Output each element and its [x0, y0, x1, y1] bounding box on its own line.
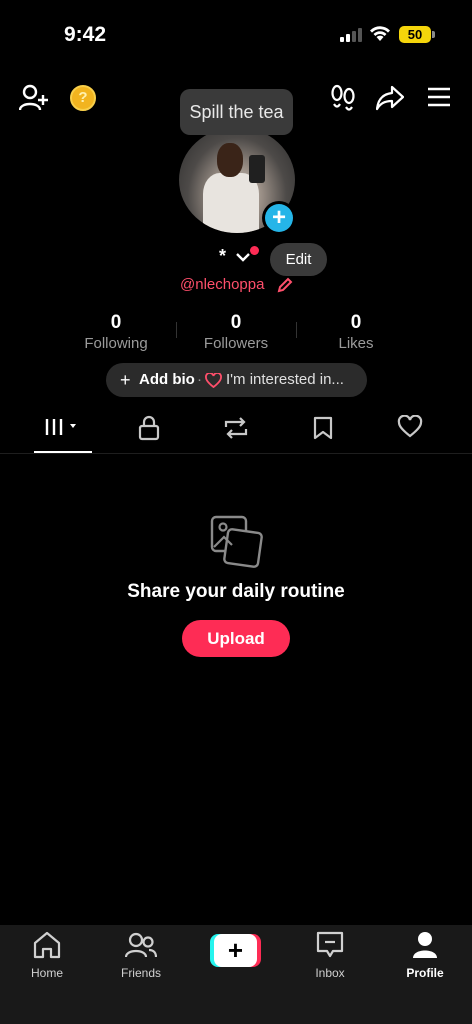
- stat-followers-value: 0: [230, 312, 242, 333]
- share-icon[interactable]: [376, 85, 404, 111]
- menu-icon[interactable]: [427, 87, 451, 107]
- coin-icon[interactable]: ?: [70, 85, 96, 111]
- signal-icon: [340, 28, 362, 42]
- edit-button[interactable]: Edit: [270, 243, 327, 276]
- stat-following-label: Following: [84, 335, 148, 352]
- battery-nub: [432, 31, 435, 38]
- plus-icon: +: [214, 934, 257, 967]
- nav-friends-label: Friends: [120, 966, 161, 980]
- stat-likes-value: 0: [350, 312, 362, 333]
- lock-icon: [138, 415, 160, 441]
- stat-following[interactable]: 0 Following: [56, 312, 176, 352]
- plus-icon: +: [120, 370, 131, 390]
- stat-likes[interactable]: 0 Likes: [296, 312, 416, 352]
- plus-icon: +: [265, 204, 293, 232]
- friends-icon: [124, 932, 158, 958]
- tab-videos[interactable]: [44, 415, 82, 453]
- repost-icon: [224, 417, 248, 439]
- inbox-icon: [316, 931, 344, 958]
- stat-followers-label: Followers: [203, 335, 269, 352]
- bottom-nav: Home Friends + Inbox Profile: [0, 925, 472, 1024]
- heart-icon: [205, 373, 222, 388]
- tab-private[interactable]: [138, 415, 160, 453]
- empty-state-title: Share your daily routine: [127, 581, 345, 602]
- upload-button[interactable]: Upload: [182, 620, 290, 657]
- tooltip-spill-the-tea[interactable]: Spill the tea: [180, 89, 293, 135]
- stat-followers[interactable]: 0 Followers: [176, 312, 296, 352]
- nav-profile-label: Profile: [406, 966, 444, 980]
- tab-saved[interactable]: [312, 415, 334, 453]
- avatar-phone: [249, 155, 265, 183]
- videos-grid-icon: [45, 419, 76, 435]
- profile-name: *: [219, 246, 227, 266]
- nav-home[interactable]: Home: [7, 931, 87, 980]
- wifi-icon: [370, 26, 390, 41]
- notification-dot: [250, 246, 259, 255]
- avatar-face: [217, 143, 243, 177]
- nav-inbox-label: Inbox: [315, 966, 345, 980]
- heart-icon: [397, 414, 423, 438]
- status-bar: 9:42 50: [0, 0, 472, 70]
- interests-label[interactable]: I'm interested in...: [226, 363, 344, 397]
- footprints-icon[interactable]: [330, 84, 356, 112]
- home-icon: [33, 931, 61, 959]
- status-time: 9:42: [64, 23, 107, 46]
- chevron-down-icon[interactable]: [236, 252, 250, 262]
- tab-reposts[interactable]: [222, 415, 250, 453]
- bio-pill[interactable]: + Add bio · I'm interested in...: [106, 363, 367, 397]
- nav-profile[interactable]: Profile: [385, 931, 465, 980]
- profile-icon: [413, 932, 437, 958]
- nav-inbox[interactable]: Inbox: [290, 931, 370, 980]
- tab-liked[interactable]: [397, 414, 423, 453]
- nav-home-label: Home: [30, 966, 63, 980]
- bio-separator: ·: [197, 371, 202, 388]
- bookmark-icon: [313, 416, 333, 440]
- stat-following-value: 0: [110, 312, 122, 333]
- profile-handle: @nlechoppa: [180, 276, 265, 293]
- stat-likes-label: Likes: [338, 335, 374, 352]
- create-button[interactable]: +: [210, 934, 261, 967]
- avatar-add-button[interactable]: +: [262, 201, 296, 235]
- photos-icon: [210, 515, 263, 568]
- battery-indicator: 50: [399, 26, 431, 43]
- add-friend-icon[interactable]: [19, 84, 49, 112]
- tabs-divider: [0, 453, 472, 454]
- nav-friends[interactable]: Friends: [101, 931, 181, 980]
- pencil-icon[interactable]: [277, 277, 293, 293]
- add-bio-label[interactable]: Add bio: [139, 363, 195, 397]
